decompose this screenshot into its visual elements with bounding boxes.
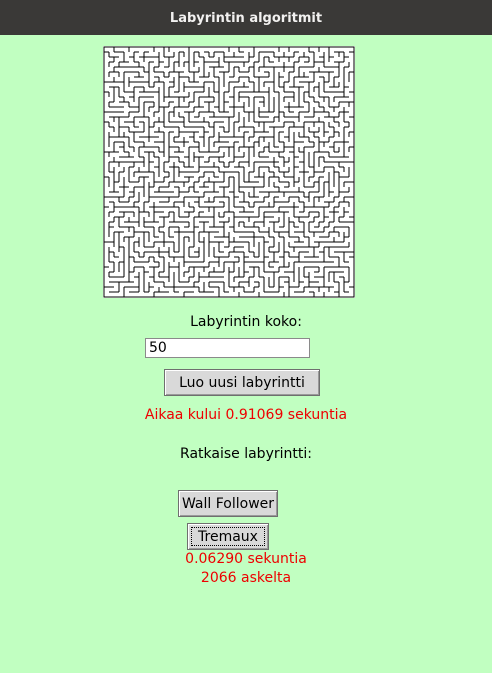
create-maze-button-label: Luo uusi labyrintti	[179, 374, 305, 391]
solve-time-text: 0.06290 sekuntia	[185, 551, 307, 567]
create-maze-button[interactable]: Luo uusi labyrintti	[164, 369, 320, 396]
solve-steps-text: 2066 askelta	[200, 570, 292, 586]
maze-canvas	[103, 46, 355, 298]
tremaux-button-label: Tremaux	[198, 528, 258, 545]
tremaux-button[interactable]: Tremaux	[187, 523, 269, 550]
window-titlebar: Labyrintin algoritmit	[0, 0, 492, 35]
creation-time-text: Aikaa kului 0.91069 sekuntia	[144, 407, 348, 423]
wall-follower-button-label: Wall Follower	[181, 495, 275, 512]
wall-follower-button[interactable]: Wall Follower	[178, 490, 278, 517]
maze-drawing	[103, 46, 355, 298]
maze-size-input[interactable]	[145, 338, 310, 358]
maze-size-label: Labyrintin koko:	[190, 314, 302, 330]
maze-walls	[103, 46, 355, 298]
window-title: Labyrintin algoritmit	[169, 10, 323, 26]
solve-heading: Ratkaise labyrintti:	[180, 446, 312, 462]
